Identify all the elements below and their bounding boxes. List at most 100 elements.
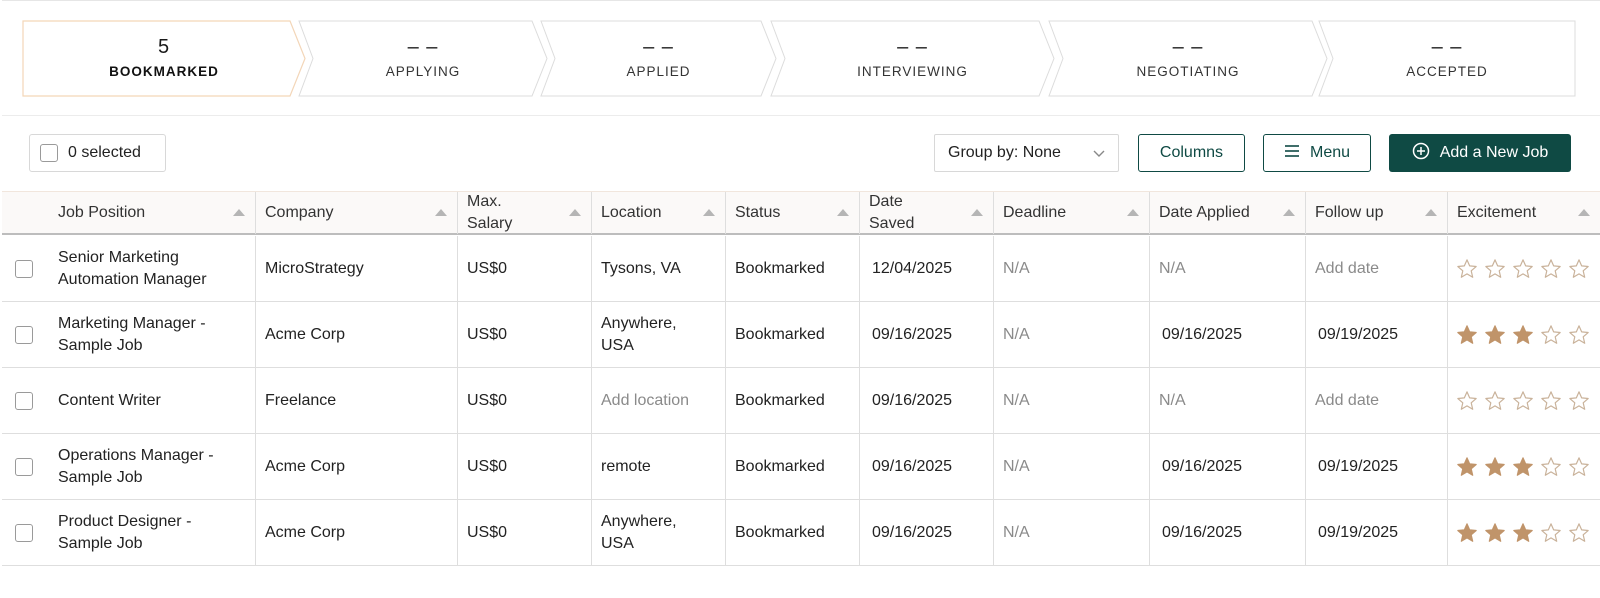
cell-follow-up[interactable]: Add date — [1306, 236, 1448, 301]
header-date-applied[interactable]: Date Applied — [1150, 192, 1306, 234]
cell-excitement[interactable] — [1448, 434, 1600, 499]
sort-up-icon[interactable] — [1425, 209, 1437, 216]
star-icon[interactable] — [1456, 390, 1478, 412]
star-icon[interactable] — [1484, 522, 1506, 544]
cell-excitement[interactable] — [1448, 302, 1600, 367]
sort-up-icon[interactable] — [569, 209, 581, 216]
cell-follow-up[interactable]: 09/19/2025 — [1306, 302, 1448, 367]
cell-follow-up[interactable]: 09/19/2025 — [1306, 500, 1448, 565]
excitement-rating[interactable] — [1448, 522, 1590, 544]
row-checkbox[interactable] — [15, 458, 33, 476]
cell-excitement[interactable] — [1448, 368, 1600, 433]
cell-status[interactable]: Bookmarked — [726, 236, 860, 301]
columns-button[interactable]: Columns — [1138, 134, 1245, 172]
cell-deadline[interactable]: N/A — [994, 500, 1150, 565]
star-icon[interactable] — [1540, 324, 1562, 346]
star-icon[interactable] — [1484, 324, 1506, 346]
header-location[interactable]: Location — [592, 192, 726, 234]
cell-deadline[interactable]: N/A — [994, 302, 1150, 367]
stage-accepted[interactable]: – – ACCEPTED — [1318, 20, 1576, 97]
cell-deadline[interactable]: N/A — [994, 434, 1150, 499]
star-icon[interactable] — [1484, 258, 1506, 280]
star-icon[interactable] — [1540, 456, 1562, 478]
star-icon[interactable] — [1540, 390, 1562, 412]
table-row[interactable]: Operations Manager - Sample Job Acme Corp… — [2, 434, 1600, 500]
sort-up-icon[interactable] — [1578, 209, 1590, 216]
group-by-select[interactable]: Group by: None — [934, 134, 1119, 172]
cell-date-applied[interactable]: N/A — [1150, 368, 1306, 433]
cell-excitement[interactable] — [1448, 500, 1600, 565]
cell-job-position[interactable]: Content Writer — [49, 368, 256, 433]
star-icon[interactable] — [1568, 390, 1590, 412]
cell-excitement[interactable] — [1448, 236, 1600, 301]
cell-date-saved[interactable]: 12/04/2025 — [860, 236, 994, 301]
star-icon[interactable] — [1568, 456, 1590, 478]
cell-location[interactable]: Tysons, VA — [592, 236, 726, 301]
header-company[interactable]: Company — [256, 192, 458, 234]
cell-follow-up[interactable]: 09/19/2025 — [1306, 434, 1448, 499]
excitement-rating[interactable] — [1448, 456, 1590, 478]
cell-date-applied[interactable]: 09/16/2025 — [1150, 500, 1306, 565]
star-icon[interactable] — [1512, 522, 1534, 544]
stage-applied[interactable]: – – APPLIED — [540, 20, 777, 97]
cell-deadline[interactable]: N/A — [994, 236, 1150, 301]
sort-up-icon[interactable] — [837, 209, 849, 216]
star-icon[interactable] — [1540, 258, 1562, 280]
header-date-saved[interactable]: Date Saved — [860, 192, 994, 234]
star-icon[interactable] — [1512, 390, 1534, 412]
select-all-checkbox[interactable] — [40, 144, 58, 162]
star-icon[interactable] — [1456, 258, 1478, 280]
cell-follow-up[interactable]: Add date — [1306, 368, 1448, 433]
header-deadline[interactable]: Deadline — [994, 192, 1150, 234]
stage-interviewing[interactable]: – – INTERVIEWING — [770, 20, 1055, 97]
stage-negotiating[interactable]: – – NEGOTIATING — [1048, 20, 1328, 97]
select-all-control[interactable]: 0 selected — [29, 134, 166, 172]
stage-bookmarked[interactable]: 5 BOOKMARKED — [22, 20, 306, 97]
row-checkbox[interactable] — [15, 524, 33, 542]
table-row[interactable]: Senior Marketing Automation Manager Micro… — [2, 236, 1600, 302]
star-icon[interactable] — [1568, 258, 1590, 280]
header-follow-up[interactable]: Follow up — [1306, 192, 1448, 234]
star-icon[interactable] — [1456, 522, 1478, 544]
cell-location[interactable]: Anywhere, USA — [592, 500, 726, 565]
header-excitement[interactable]: Excitement — [1448, 192, 1600, 234]
cell-date-saved[interactable]: 09/16/2025 — [860, 500, 994, 565]
cell-status[interactable]: Bookmarked — [726, 368, 860, 433]
row-checkbox[interactable] — [15, 260, 33, 278]
star-icon[interactable] — [1512, 324, 1534, 346]
excitement-rating[interactable] — [1448, 390, 1590, 412]
header-max-salary[interactable]: Max. Salary — [458, 192, 592, 234]
cell-date-applied[interactable]: 09/16/2025 — [1150, 302, 1306, 367]
cell-date-applied[interactable]: N/A — [1150, 236, 1306, 301]
sort-up-icon[interactable] — [703, 209, 715, 216]
star-icon[interactable] — [1456, 456, 1478, 478]
star-icon[interactable] — [1540, 522, 1562, 544]
star-icon[interactable] — [1484, 390, 1506, 412]
cell-date-applied[interactable]: 09/16/2025 — [1150, 434, 1306, 499]
cell-location[interactable]: remote — [592, 434, 726, 499]
cell-job-position[interactable]: Product Designer - Sample Job — [49, 500, 256, 565]
sort-up-icon[interactable] — [233, 209, 245, 216]
sort-up-icon[interactable] — [971, 209, 983, 216]
star-icon[interactable] — [1568, 324, 1590, 346]
star-icon[interactable] — [1484, 456, 1506, 478]
excitement-rating[interactable] — [1448, 258, 1590, 280]
star-icon[interactable] — [1456, 324, 1478, 346]
table-row[interactable]: Product Designer - Sample Job Acme Corp US… — [2, 500, 1600, 566]
table-row[interactable]: Content Writer Freelance US$0 Add location B… — [2, 368, 1600, 434]
cell-date-saved[interactable]: 09/16/2025 — [860, 368, 994, 433]
cell-status[interactable]: Bookmarked — [726, 302, 860, 367]
stage-applying[interactable]: – – APPLYING — [298, 20, 548, 97]
table-row[interactable]: Marketing Manager - Sample Job Acme Corp U… — [2, 302, 1600, 368]
add-job-button[interactable]: Add a New Job — [1389, 134, 1571, 172]
excitement-rating[interactable] — [1448, 324, 1590, 346]
cell-job-position[interactable]: Operations Manager - Sample Job — [49, 434, 256, 499]
star-icon[interactable] — [1512, 258, 1534, 280]
cell-job-position[interactable]: Marketing Manager - Sample Job — [49, 302, 256, 367]
cell-location[interactable]: Anywhere, USA — [592, 302, 726, 367]
header-status[interactable]: Status — [726, 192, 860, 234]
sort-up-icon[interactable] — [435, 209, 447, 216]
cell-deadline[interactable]: N/A — [994, 368, 1150, 433]
star-icon[interactable] — [1568, 522, 1590, 544]
row-checkbox[interactable] — [15, 326, 33, 344]
